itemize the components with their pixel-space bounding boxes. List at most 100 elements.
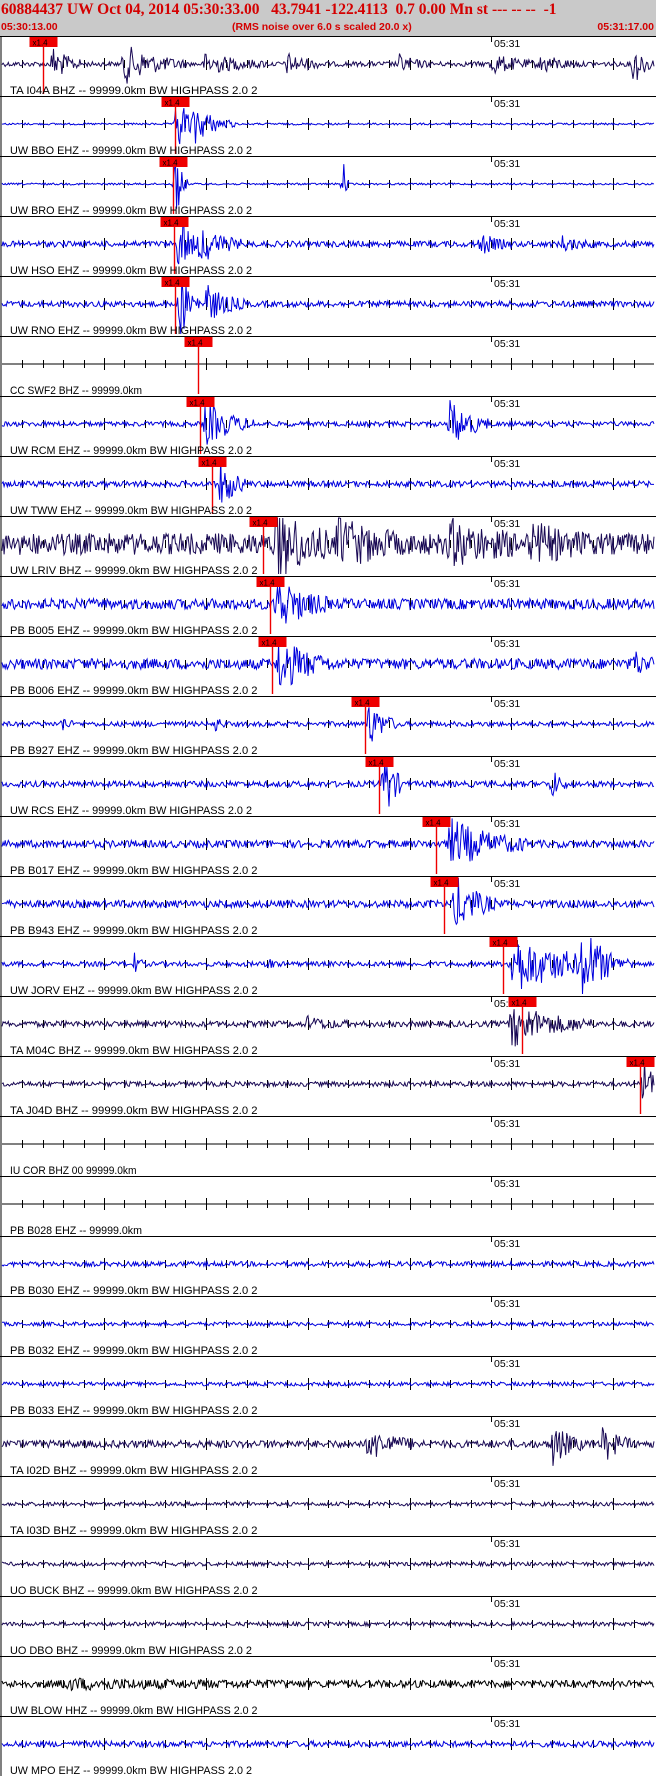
channel-row: 05:31 UO DBO BHZ -- 99999.0km BW HIGHPASS… xyxy=(0,1596,656,1657)
channel-row: 05:31 x1.4 PB B006 EHZ -- 99999.0km BW HIG… xyxy=(0,636,656,697)
channel-label: UW MPO EHZ -- 99999.0km BW HIGHPASS 2.0 … xyxy=(10,1765,252,1777)
channel-label: IU COR BHZ 00 99999.0km xyxy=(10,1165,137,1177)
channel-label: CC SWF2 BHZ -- 99999.0km xyxy=(10,385,142,397)
channel-row: 05:31 x1.4 UW RCS EHZ -- 99999.0km BW HIGH… xyxy=(0,756,656,817)
pick-label: x1.4 xyxy=(165,99,181,108)
minute-tick-label: 05:31 xyxy=(494,218,520,230)
channel-label: UW HSO EHZ -- 99999.0km BW HIGHPASS 2.0 … xyxy=(10,265,252,277)
channel-row: 05:31 IU COR BHZ 00 99999.0km xyxy=(0,1116,656,1177)
minute-tick-label: 05:31 xyxy=(494,1178,520,1190)
channel-row: 05:31 x1.4 UW BRO EHZ -- 99999.0km BW HIGH… xyxy=(0,156,656,217)
channel-row: 05:31 x1.4 TA J04D BHZ -- 99999.0km BW HIG… xyxy=(0,1056,656,1117)
channel-row: 05:31 x1.4 UW BBO EHZ -- 99999.0km BW HIGH… xyxy=(0,96,656,157)
channel-label: PB B030 EHZ -- 99999.0km BW HIGHPASS 2.0… xyxy=(10,1285,258,1297)
minute-tick-label: 05:31 xyxy=(494,1718,520,1730)
channel-row: 05:31 x1.4 PB B943 EHZ -- 99999.0km BW HIG… xyxy=(0,876,656,937)
minute-tick-label: 05:31 xyxy=(494,1658,520,1670)
minute-tick-label: 05:31 xyxy=(494,458,520,470)
pick-label: x1.4 xyxy=(630,1059,646,1068)
channel-row: 05:31 x1.4 UW RCM EHZ -- 99999.0km BW HIGH… xyxy=(0,396,656,457)
minute-tick-label: 05:31 xyxy=(494,1478,520,1490)
minute-tick-label: 05:31 xyxy=(494,638,520,650)
channel-row: 05:31 UW MPO EHZ -- 99999.0km BW HIGHPASS… xyxy=(0,1716,656,1777)
minute-tick-label: 05:31 xyxy=(494,578,520,590)
channel-label: UW RNO EHZ -- 99999.0km BW HIGHPASS 2.0 … xyxy=(10,325,252,337)
pick-label: x1.4 xyxy=(493,939,509,948)
channel-row: 05:31 x1.4 TA I04A BHZ -- 99999.0km BW HIG… xyxy=(0,36,656,97)
minute-tick-label: 05:31 xyxy=(494,278,520,290)
pick-label: x1.4 xyxy=(164,219,180,228)
channel-row: 05:31 x1.4 UW HSO EHZ -- 99999.0km BW HIGH… xyxy=(0,216,656,277)
waveform-trace xyxy=(1,1677,655,1692)
channel-label: TA I02D BHZ -- 99999.0km BW HIGHPASS 2.0… xyxy=(10,1465,258,1477)
channel-label: PB B005 EHZ -- 99999.0km BW HIGHPASS 2.0… xyxy=(10,625,258,637)
waveform-trace xyxy=(1,585,655,624)
channel-label: UW TWW EHZ -- 99999.0km BW HIGHPASS 2.0 … xyxy=(10,505,252,517)
channel-row: 05:31 x1.4 CC SWF2 BHZ -- 99999.0km xyxy=(0,336,656,397)
pick-label: x1.4 xyxy=(33,39,49,48)
minute-tick-label: 05:31 xyxy=(494,1298,520,1310)
header-bar: 60884437 UW Oct 04, 2014 05:30:33.00 43.… xyxy=(0,0,656,36)
minute-tick-label: 05:31 xyxy=(494,1118,520,1130)
pick-label: x1.4 xyxy=(190,399,206,408)
minute-tick-label: 05:31 xyxy=(494,1238,520,1250)
channel-row: 05:31x1.4UW JORV EHZ -- 99999.0km BW HIG… xyxy=(0,936,656,997)
channel-row: 05:31 x1.4 PB B927 EHZ -- 99999.0km BW HIG… xyxy=(0,696,656,757)
pick-label: x1.4 xyxy=(262,639,278,648)
channel-row: 05:31x1.4TA M04C BHZ -- 99999.0km BW HIG… xyxy=(0,996,656,1057)
seismogram-plot: 05:31 x1.4 TA I04A BHZ -- 99999.0km BW HIG… xyxy=(0,36,656,1777)
minute-tick-label: 05:31 xyxy=(494,1358,520,1370)
channel-label: PB B028 EHZ -- 99999.0km xyxy=(10,1225,142,1237)
channel-label: UO BUCK BHZ -- 99999.0km BW HIGHPASS 2.0… xyxy=(10,1585,258,1597)
waveform-trace xyxy=(1,400,655,445)
waveform-trace xyxy=(1,1060,655,1099)
pick-label: x1.4 xyxy=(434,879,450,888)
pick-label: x1.4 xyxy=(202,459,218,468)
channel-row: 05:31 x1.4 PB B017 EHZ -- 99999.0km BW HIG… xyxy=(0,816,656,877)
channel-label: PB B032 EHZ -- 99999.0km BW HIGHPASS 2.0… xyxy=(10,1345,258,1357)
channel-label: PB B006 EHZ -- 99999.0km BW HIGHPASS 2.0… xyxy=(10,685,258,697)
channel-label: UW RCS EHZ -- 99999.0km BW HIGHPASS 2.0 … xyxy=(10,805,252,817)
channel-label: UW LRIV BHZ -- 99999.0km BW HIGHPASS 2.0… xyxy=(10,565,258,577)
channel-label: UW BBO EHZ -- 99999.0km BW HIGHPASS 2.0 … xyxy=(10,145,252,157)
minute-tick-label: 05:31 xyxy=(494,1418,520,1430)
channel-label: PB B017 EHZ -- 99999.0km BW HIGHPASS 2.0… xyxy=(10,865,258,877)
channel-label: PB B943 EHZ -- 99999.0km BW HIGHPASS 2.0… xyxy=(10,925,258,937)
channel-row: 05:31 UO BUCK BHZ -- 99999.0km BW HIGHPAS… xyxy=(0,1536,656,1597)
noise-note: (RMS noise over 6.0 s scaled 20.0 x) xyxy=(232,21,412,33)
pick-label: x1.4 xyxy=(163,159,179,168)
minute-tick-label: 05:31 xyxy=(494,98,520,110)
minute-tick-label: 05:31 xyxy=(494,758,520,770)
channel-label: UW JORV EHZ -- 99999.0km BW HIGHPASS 2.0… xyxy=(10,985,258,997)
channel-row: 05:31 x1.4 UW LRIV BHZ -- 99999.0km BW HIG… xyxy=(0,516,656,577)
channel-label: TA J04D BHZ -- 99999.0km BW HIGHPASS 2.0… xyxy=(10,1105,258,1117)
channel-row: 05:31 TA I02D BHZ -- 99999.0km BW HIGHPAS… xyxy=(0,1416,656,1477)
event-title: 60884437 UW Oct 04, 2014 05:30:33.00 43.… xyxy=(1,1,557,18)
channel-row: 05:31 x1.4 PB B005 EHZ -- 99999.0km BW HIG… xyxy=(0,576,656,637)
channel-label: UW BLOW HHZ -- 99999.0km BW HIGHPASS 2.0… xyxy=(10,1705,258,1717)
channel-label: PB B927 EHZ -- 99999.0km BW HIGHPASS 2.0… xyxy=(10,745,258,757)
minute-tick-label: 05:31 xyxy=(494,338,520,350)
channel-row: 05:31 UW BLOW HHZ -- 99999.0km BW HIGHPAS… xyxy=(0,1656,656,1717)
pick-label: x1.4 xyxy=(512,999,528,1008)
pick-label: x1.4 xyxy=(253,519,269,528)
channel-row: 05:31 x1.4 UW TWW EHZ -- 99999.0km BW HIGH… xyxy=(0,456,656,517)
pick-label: x1.4 xyxy=(355,699,371,708)
minute-tick-label: 05:31 xyxy=(494,698,520,710)
channel-row: 05:31 x1.4 UW RNO EHZ -- 99999.0km BW HIGH… xyxy=(0,276,656,337)
channel-row: 05:31 TA I03D BHZ -- 99999.0km BW HIGHPAS… xyxy=(0,1476,656,1537)
pick-label: x1.4 xyxy=(165,279,181,288)
pick-label: x1.4 xyxy=(426,819,442,828)
start-time-label: 05:30:13.00 xyxy=(1,21,58,33)
minute-tick-label: 05:31 xyxy=(494,518,520,530)
minute-tick-label: 05:31 xyxy=(494,38,520,50)
minute-tick-label: 05:31 xyxy=(494,398,520,410)
channel-row: 05:31 PB B033 EHZ -- 99999.0km BW HIGHPAS… xyxy=(0,1356,656,1417)
minute-tick-label: 05:31 xyxy=(494,1058,520,1070)
minute-tick-label: 05:31 xyxy=(494,818,520,830)
end-time-label: 05:31:17.00 xyxy=(597,21,654,33)
channel-row: 05:31 PB B030 EHZ -- 99999.0km BW HIGHPAS… xyxy=(0,1236,656,1297)
channel-label: PB B033 EHZ -- 99999.0km BW HIGHPASS 2.0… xyxy=(10,1405,258,1417)
pick-label: x1.4 xyxy=(188,339,204,348)
channel-label: TA M04C BHZ -- 99999.0km BW HIGHPASS 2.0… xyxy=(10,1045,258,1057)
